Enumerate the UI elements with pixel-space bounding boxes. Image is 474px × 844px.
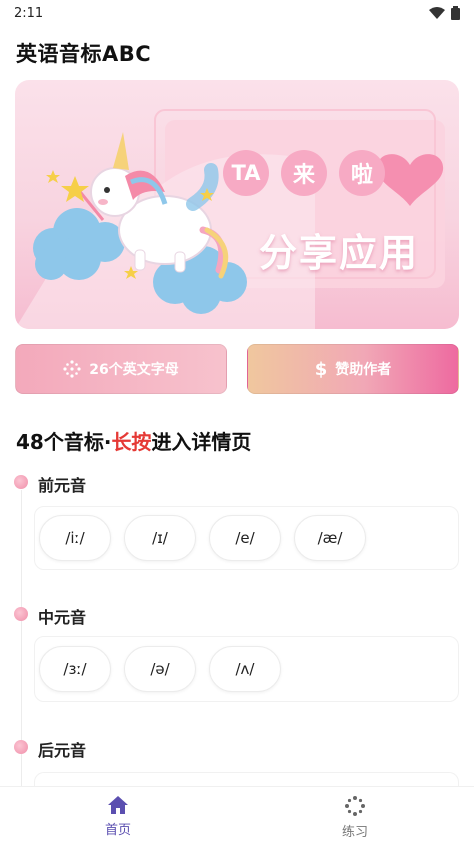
alphabet-button-label: 26个英文字母 (89, 362, 179, 378)
wifi-icon (429, 7, 445, 19)
banner-bubble-la: 啦 (339, 150, 385, 196)
phoneme-pill[interactable]: /æ/ (294, 515, 366, 561)
group-dot (14, 607, 28, 621)
group-title-back-vowels: 后元音 (38, 741, 87, 760)
banner-illustration (15, 109, 445, 329)
nav-practice[interactable]: 练习 (315, 795, 395, 840)
nav-home[interactable]: 首页 (78, 795, 158, 838)
sponsor-button[interactable]: $ 赞助作者 (247, 344, 459, 394)
group-title-front-vowels: 前元音 (38, 476, 87, 495)
phoneme-pill[interactable]: /ɪ/ (124, 515, 196, 561)
status-time: 2:11 (14, 5, 44, 21)
phoneme-pill[interactable]: /ʌ/ (209, 646, 281, 692)
dots-grid-icon (63, 360, 81, 378)
battery-icon (451, 6, 460, 20)
section-heading: 48个音标·长按进入详情页 (16, 426, 251, 455)
phoneme-pill[interactable]: /e/ (209, 515, 281, 561)
phoneme-card-front-vowels: /iː/ /ɪ/ /e/ /æ/ (34, 506, 459, 570)
status-bar: 2:11 (0, 0, 474, 26)
status-icons (429, 6, 460, 20)
group-title-central-vowels: 中元音 (38, 608, 87, 627)
group-dot (14, 475, 28, 489)
sponsor-button-label: 赞助作者 (335, 362, 392, 378)
nav-home-label: 首页 (104, 823, 131, 838)
phoneme-pill[interactable]: /ɜː/ (39, 646, 111, 692)
phoneme-pill[interactable]: /iː/ (39, 515, 111, 561)
nav-practice-label: 练习 (341, 825, 368, 840)
share-banner[interactable]: TA 来 啦 分享应用 (15, 80, 459, 329)
section-heading-suffix: 进入详情页 (151, 430, 252, 454)
section-heading-highlight: 长按 (111, 430, 152, 454)
alphabet-button[interactable]: 26个英文字母 (15, 344, 227, 394)
page-title: 英语音标ABC (16, 42, 152, 66)
home-icon (108, 796, 128, 814)
phoneme-card-central-vowels: /ɜː/ /ə/ /ʌ/ (34, 636, 459, 702)
banner-share-text: 分享应用 (259, 231, 420, 275)
group-dot (14, 740, 28, 754)
banner-bubble-lai: 来 (281, 150, 327, 196)
sparkle-icon (345, 796, 365, 816)
dollar-icon: $ (314, 358, 328, 380)
section-heading-prefix: 48个音标· (16, 430, 112, 454)
phoneme-pill[interactable]: /ə/ (124, 646, 196, 692)
bottom-nav: 首页 练习 (0, 786, 474, 844)
banner-bubble-ta: TA (223, 150, 269, 196)
phoneme-card-back-vowels (34, 772, 459, 786)
